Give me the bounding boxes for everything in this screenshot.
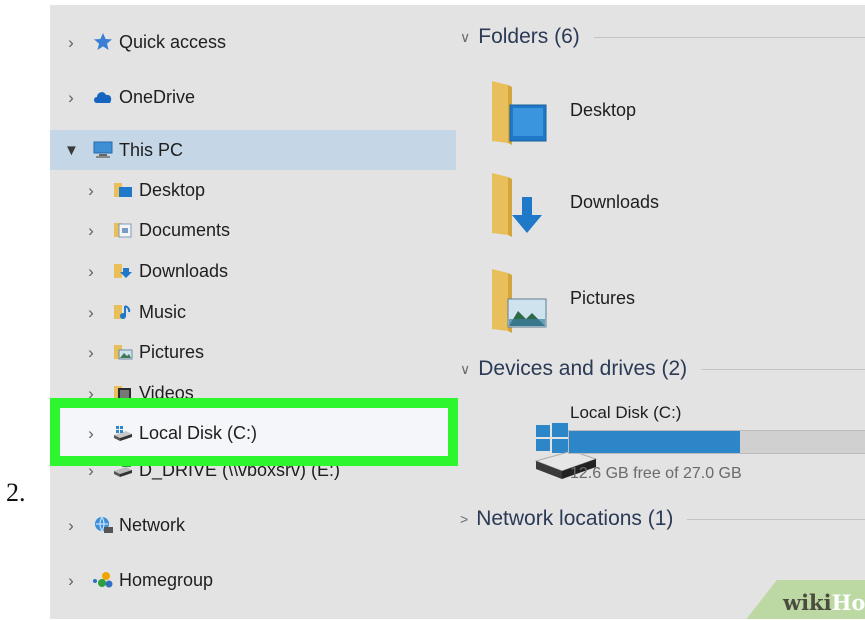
network-icon: [92, 514, 114, 536]
drive-local-disk[interactable]: Local Disk (C:) 12.6 GB free of 27.0 GB: [480, 403, 865, 483]
local-disk-icon: [112, 422, 134, 444]
drive-usage-bar: [568, 430, 865, 454]
chevron-right-icon[interactable]: ›: [64, 517, 78, 534]
drive-name: Local Disk (C:): [570, 403, 682, 422]
desktop-folder-icon: [490, 79, 548, 152]
chevron-right-icon[interactable]: ›: [84, 304, 98, 321]
group-header-folders[interactable]: ∨ Folders (6): [460, 25, 865, 49]
nav-label-onedrive: OneDrive: [119, 86, 196, 107]
nav-item-music[interactable]: › Music: [50, 292, 476, 332]
downloads-folder-icon: [112, 260, 134, 282]
chevron-right-icon[interactable]: ›: [64, 572, 78, 589]
nav-label-quick-access: Quick access: [119, 31, 227, 52]
nav-item-network[interactable]: › Network: [50, 505, 456, 545]
desktop-folder-icon: [112, 179, 134, 201]
watermark-part1: wiki: [783, 590, 832, 615]
chevron-right-icon[interactable]: ›: [84, 385, 98, 402]
divider: [701, 368, 865, 370]
folder-label: Desktop: [570, 99, 637, 120]
chevron-right-icon[interactable]: ›: [64, 89, 78, 106]
group-title-network-locations: Network locations (1): [476, 507, 674, 530]
folder-label: Pictures: [570, 287, 636, 308]
nav-item-downloads[interactable]: › Downloads: [50, 251, 476, 291]
downloads-folder-icon: [490, 171, 548, 244]
nav-label-desktop: Desktop: [139, 179, 206, 200]
nav-item-desktop[interactable]: › Desktop: [50, 170, 476, 210]
watermark-part2: How: [831, 590, 865, 615]
nav-label-this-pc: This PC: [119, 139, 184, 160]
nav-label-documents: Documents: [139, 219, 231, 240]
drive-usage-fill: [569, 431, 740, 453]
nav-item-videos[interactable]: › Videos: [50, 373, 476, 413]
step-number: 2.: [6, 478, 26, 507]
nav-item-quick-access[interactable]: › Quick access: [50, 22, 456, 62]
content-pane: ∨ Folders (6) Desktop Downloads Pictures…: [450, 5, 865, 619]
nav-label-pictures: Pictures: [139, 341, 205, 362]
folder-downloads[interactable]: Downloads: [490, 167, 850, 247]
music-folder-icon: [112, 301, 134, 323]
pictures-folder-icon: [112, 341, 134, 363]
nav-item-d-drive[interactable]: › D_DRIVE (\\vboxsrv) (E:): [50, 450, 476, 490]
folder-label: Downloads: [570, 191, 660, 212]
group-header-network-locations[interactable]: > Network locations (1): [460, 507, 865, 531]
nav-item-homegroup[interactable]: › Homegroup: [50, 560, 456, 600]
nav-label-music: Music: [139, 301, 187, 322]
chevron-down-icon[interactable]: ▼: [64, 143, 79, 158]
chevron-right-icon[interactable]: ›: [84, 462, 98, 479]
chevron-down-icon[interactable]: ∨: [460, 29, 470, 46]
navigation-pane: › Quick access › OneDrive ▼ This PC › De…: [50, 5, 458, 619]
nav-label-downloads: Downloads: [139, 260, 229, 281]
chevron-right-icon[interactable]: ›: [84, 222, 98, 239]
divider: [687, 518, 865, 520]
nav-item-documents[interactable]: › Documents: [50, 210, 476, 250]
chevron-right-icon[interactable]: ›: [84, 263, 98, 280]
nav-item-onedrive[interactable]: › OneDrive: [50, 77, 456, 117]
chevron-right-icon[interactable]: >: [460, 511, 468, 527]
chevron-right-icon[interactable]: ›: [84, 425, 98, 442]
nav-label-local-disk: Local Disk (C:): [139, 422, 258, 443]
nav-label-videos: Videos: [139, 382, 194, 403]
wikihow-watermark: wikiHow: [783, 590, 865, 615]
chevron-right-icon[interactable]: ›: [84, 344, 98, 361]
computer-icon: [92, 139, 114, 161]
nav-item-this-pc[interactable]: ▼ This PC: [50, 130, 456, 170]
nav-label-d-drive: D_DRIVE (\\vboxsrv) (E:): [139, 459, 341, 480]
documents-folder-icon: [112, 219, 134, 241]
group-title-folders: Folders (6): [478, 25, 580, 48]
group-title-devices: Devices and drives (2): [478, 357, 688, 380]
star-icon: [92, 31, 114, 53]
homegroup-icon: [92, 569, 114, 591]
folder-desktop[interactable]: Desktop: [490, 75, 850, 155]
network-drive-icon: [112, 459, 134, 481]
nav-item-local-disk[interactable]: › Local Disk (C:): [50, 413, 476, 453]
file-explorer-window: › Quick access › OneDrive ▼ This PC › De…: [50, 5, 865, 619]
pictures-folder-icon: [490, 267, 548, 340]
drive-free-space: 12.6 GB free of 27.0 GB: [570, 465, 742, 482]
nav-label-network: Network: [119, 514, 186, 535]
folder-pictures[interactable]: Pictures: [490, 263, 850, 343]
divider: [593, 36, 865, 38]
chevron-right-icon[interactable]: ›: [84, 182, 98, 199]
cloud-icon: [92, 86, 114, 108]
group-header-devices[interactable]: ∨ Devices and drives (2): [460, 357, 865, 381]
chevron-down-icon[interactable]: ∨: [460, 361, 470, 378]
nav-label-homegroup: Homegroup: [119, 569, 214, 590]
nav-item-pictures[interactable]: › Pictures: [50, 332, 476, 372]
chevron-right-icon[interactable]: ›: [64, 34, 78, 51]
videos-folder-icon: [112, 382, 134, 404]
